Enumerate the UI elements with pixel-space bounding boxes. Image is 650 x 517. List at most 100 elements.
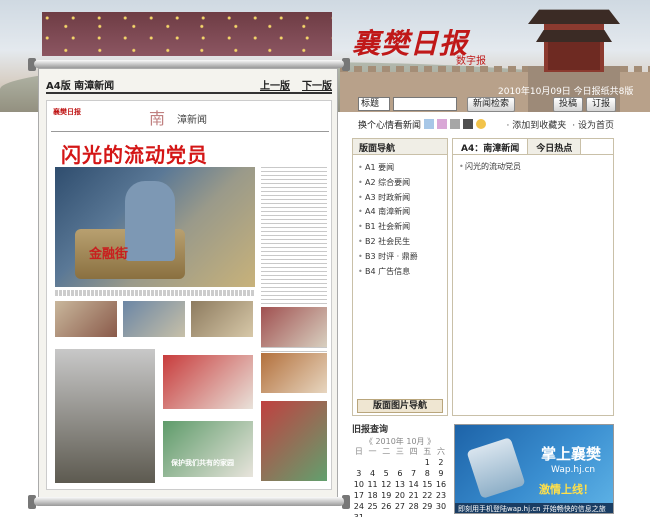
photo-thumbnail[interactable] [55, 301, 117, 337]
photo-thumbnail[interactable] [163, 355, 253, 409]
scroll-top-ornament [42, 12, 332, 56]
photo-thumbnail[interactable] [261, 353, 327, 393]
prev-page-link[interactable]: 上一版 [260, 77, 290, 92]
calendar-day[interactable]: 9 [434, 468, 448, 479]
site-logo-subtitle: 数字报 [456, 56, 486, 67]
gate-tower-decoration [536, 30, 612, 42]
main-photo-label: 金融街 [55, 167, 255, 287]
photo-thumbnail[interactable] [191, 301, 253, 337]
search-button[interactable]: 新闻检索 [467, 96, 516, 112]
page-nav-item[interactable]: B2 社会民生 [357, 235, 443, 250]
ad-url: Wap.hj.cn [551, 465, 596, 475]
add-favorite-link[interactable]: · 添加到收藏夹 [507, 118, 567, 131]
calendar-month-nav[interactable]: 《 2010年 10月 》 [352, 436, 448, 446]
calendar-day [407, 512, 421, 517]
page-nav-panel: 版面导航 A1 要闻 A2 综合要闻 A3 时政新闻 A4 南漳新闻 B1 社会… [352, 138, 448, 416]
photo-thumbnail[interactable] [163, 421, 253, 477]
submit-article-button[interactable]: 投稿 [553, 96, 584, 112]
calendar-weekday: 三 [395, 447, 404, 456]
theme-swatch-pink[interactable] [437, 119, 448, 129]
ad-title: 掌上襄樊 [541, 445, 602, 463]
article-list-panel: A4：南漳新闻 今日热点 闪光的流动党员 [452, 138, 614, 416]
picture-nav-button[interactable]: 版面图片导航 [357, 399, 443, 413]
mobile-ad-banner[interactable]: 掌上襄樊 Wap.hj.cn 激情上线！ 即刻用手机登陆wap.hj.cn 开始… [454, 424, 614, 514]
calendar-day [379, 457, 393, 468]
page-bar: A4版 南漳新闻 上一版 下一版 [46, 76, 332, 94]
calendar-day [434, 512, 448, 517]
calendar-weekday: 日 [354, 447, 363, 456]
page-nav-item[interactable]: A2 综合要闻 [357, 176, 443, 191]
scroll-top-rod [34, 60, 344, 68]
calendar-day[interactable]: 15 [420, 479, 434, 490]
calendar-day[interactable]: 20 [393, 490, 407, 501]
site-logo[interactable]: 襄樊日报 [352, 22, 468, 62]
newspaper-page-image[interactable]: 襄樊日报 南 漳新闻 闪光的流动党员 金融街 保护我们共有的家园 [46, 100, 332, 490]
calendar-day[interactable]: 13 [393, 479, 407, 490]
calendar-day[interactable]: 26 [379, 501, 393, 512]
theme-swatch-gray[interactable] [450, 119, 461, 129]
page-nav-item[interactable]: B3 时评 · 鼎爵 [357, 250, 443, 265]
calendar-day[interactable]: 11 [366, 479, 380, 490]
search-input[interactable] [393, 97, 457, 111]
calendar-day[interactable]: 23 [434, 490, 448, 501]
theme-toolbar: 换个心情看新闻 · 添加到收藏夹 · 设为首页 [358, 116, 614, 132]
tab-current-page[interactable]: A4：南漳新闻 [453, 139, 529, 154]
calendar-day[interactable]: 5 [379, 468, 393, 479]
page-nav-item[interactable]: A1 要闻 [357, 161, 443, 176]
calendar-day[interactable]: 28 [407, 501, 421, 512]
calendar-day[interactable]: 27 [393, 501, 407, 512]
calendar-day[interactable]: 19 [379, 490, 393, 501]
page-nav-item[interactable]: B1 社会新闻 [357, 220, 443, 235]
calendar-day[interactable]: 17 [352, 490, 366, 501]
calendar-day[interactable]: 21 [407, 490, 421, 501]
calendar-day[interactable]: 30 [434, 501, 448, 512]
calendar-day[interactable]: 29 [420, 501, 434, 512]
calendar-day[interactable]: 16 [434, 479, 448, 490]
calendar-day [366, 512, 380, 517]
set-homepage-link[interactable]: · 设为首页 [572, 118, 614, 131]
page-nav-item[interactable]: A4 南漳新闻 [357, 205, 443, 220]
calendar-day[interactable]: 3 [352, 468, 366, 479]
calendar-day[interactable]: 10 [352, 479, 366, 490]
page-nav-list: A1 要闻 A2 综合要闻 A3 时政新闻 A4 南漳新闻 B1 社会新闻 B2… [353, 155, 447, 285]
calendar-day[interactable]: 2 [434, 457, 448, 468]
photo-thumbnail[interactable] [261, 307, 327, 347]
next-page-link[interactable]: 下一版 [302, 77, 332, 92]
refresh-icon[interactable] [476, 119, 487, 129]
calendar-day[interactable]: 25 [366, 501, 380, 512]
calendar-day[interactable]: 18 [366, 490, 380, 501]
search-field-select[interactable]: 标题 [358, 97, 390, 111]
photo-thumbnail[interactable] [261, 401, 327, 481]
gate-tower-decoration [528, 9, 620, 24]
calendar-day[interactable]: 8 [420, 468, 434, 479]
calendar-grid: 日一二三四五六 1 2 3 4 5 6 7 8 9 10 11 12 13 14 15 16 17 18 19 20 21… [352, 446, 448, 517]
calendar-day[interactable]: 6 [393, 468, 407, 479]
photo-thumbnail[interactable] [123, 301, 185, 337]
calendar-day[interactable]: 4 [366, 468, 380, 479]
calendar-day[interactable]: 24 [352, 501, 366, 512]
page-nav-item[interactable]: A3 时政新闻 [357, 191, 443, 206]
article-tabs: A4：南漳新闻 今日热点 [453, 139, 613, 155]
calendar-title: 旧报查询 [352, 425, 389, 435]
subscribe-button[interactable]: 订报 [586, 96, 617, 112]
calendar-day[interactable]: 14 [407, 479, 421, 490]
photo-thumbnail[interactable] [55, 349, 155, 483]
theme-swatch-dark[interactable] [463, 119, 474, 129]
gate-tower-decoration [548, 42, 600, 70]
ad-footer: 即刻用手机登陆wap.hj.cn 开始畅快的信息之旅 [455, 503, 613, 513]
calendar-day [366, 457, 380, 468]
article-link[interactable]: 闪光的流动党员 [459, 161, 607, 173]
paper-headline[interactable]: 闪光的流动党员 [61, 139, 208, 168]
calendar-day [393, 512, 407, 517]
calendar-day[interactable]: 22 [420, 490, 434, 501]
theme-swatch-blue[interactable] [424, 119, 435, 129]
page-nav-title: 版面导航 [353, 139, 447, 155]
calendar-day [352, 457, 366, 468]
page-nav-item[interactable]: B4 广告信息 [357, 265, 443, 280]
calendar-day[interactable]: 1 [420, 457, 434, 468]
calendar-day[interactable]: 31 [352, 512, 366, 517]
calendar-day[interactable]: 12 [379, 479, 393, 490]
tab-hot-today[interactable]: 今日热点 [528, 139, 582, 154]
calendar-day[interactable]: 7 [407, 468, 421, 479]
calendar-weekday: 一 [368, 447, 377, 456]
